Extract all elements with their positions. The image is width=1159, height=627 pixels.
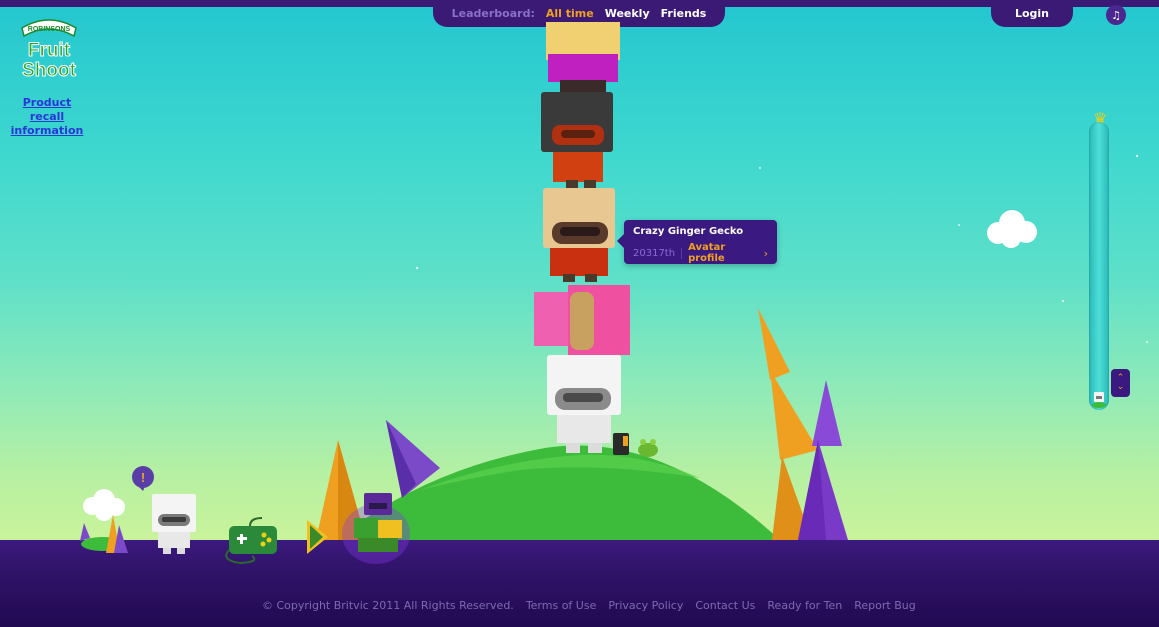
play-arrow-icon[interactable]: [307, 520, 328, 554]
bottom-toolbar: !: [80, 466, 410, 565]
footer-links: © Copyright Britvic 2011 All Rights Rese…: [262, 599, 922, 613]
avatar-icon[interactable]: [152, 494, 196, 554]
cloud-world-icon[interactable]: [80, 489, 128, 553]
footer-link-privacy[interactable]: Privacy Policy: [608, 599, 683, 613]
gamepad-icon[interactable]: [225, 517, 277, 565]
avatar-stack-icon[interactable]: [342, 493, 410, 564]
copyright-text: © Copyright Britvic 2011 All Rights Rese…: [262, 599, 514, 612]
notification-icon[interactable]: !: [132, 466, 154, 491]
footer-link-terms[interactable]: Terms of Use: [526, 599, 597, 613]
alert-symbol: !: [141, 470, 145, 485]
footer-link-contact[interactable]: Contact Us: [695, 599, 755, 613]
footer-link-ready-for-ten[interactable]: Ready for Ten: [767, 599, 842, 613]
footer-link-report-bug[interactable]: Report Bug: [854, 599, 915, 613]
